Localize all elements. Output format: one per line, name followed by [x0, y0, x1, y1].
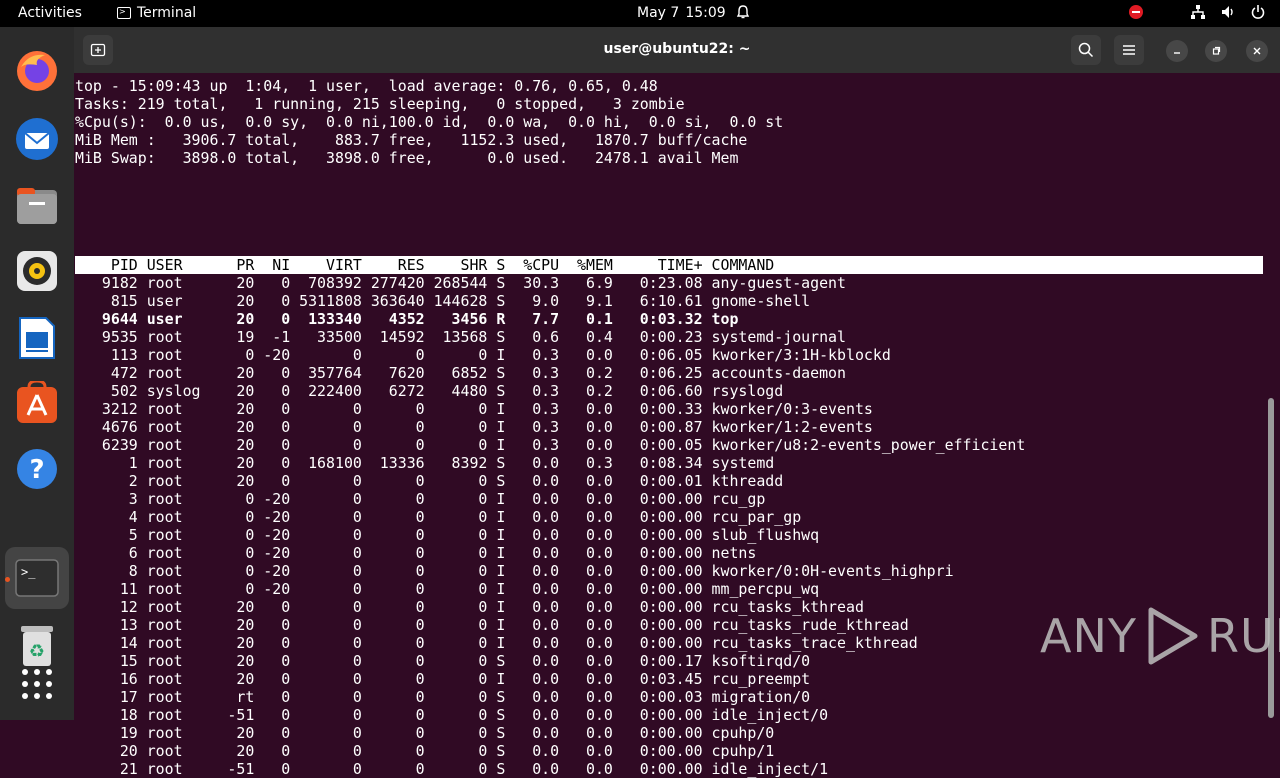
summary-line: top - 15:09:43 up 1:04, 1 user, load ave… — [75, 77, 658, 95]
terminal-titlebar[interactable]: user@ubuntu22: ~ — [74, 27, 1280, 73]
process-row: 4676 root 20 0 0 0 0 I 0.3 0.0 0:00.87 k… — [75, 418, 873, 436]
anyrun-watermark: ANY RUN — [1040, 606, 1280, 666]
system-tray[interactable] — [1128, 4, 1266, 20]
process-row: 21 root -51 0 0 0 0 S 0.0 0.0 0:00.00 id… — [75, 760, 829, 778]
thunderbird-icon[interactable] — [13, 115, 61, 163]
libreoffice-writer-icon[interactable] — [13, 314, 61, 362]
process-row: 2 root 20 0 0 0 0 S 0.0 0.0 0:00.01 kthr… — [75, 472, 784, 490]
activities-button[interactable]: Activities — [18, 5, 82, 21]
close-button[interactable] — [1246, 40, 1268, 62]
dock: ? >_ ♻ — [0, 27, 74, 720]
svg-text:>_: >_ — [21, 565, 36, 579]
watermark-left: ANY — [1040, 609, 1137, 663]
restore-icon — [1212, 46, 1221, 55]
process-row: 20 root 20 0 0 0 0 S 0.0 0.0 0:00.00 cpu… — [75, 742, 775, 760]
process-row: 13 root 20 0 0 0 0 I 0.0 0.0 0:00.00 rcu… — [75, 616, 909, 634]
process-table-header: PID USER PR NI VIRT RES SHR S %CPU %MEM … — [75, 256, 1263, 274]
firefox-icon[interactable] — [13, 47, 61, 95]
summary-line: MiB Mem : 3906.7 total, 883.7 free, 1152… — [75, 131, 748, 149]
process-row: 17 root rt 0 0 0 0 S 0.0 0.0 0:00.03 mig… — [75, 688, 811, 706]
minimize-button[interactable] — [1166, 40, 1188, 62]
running-indicator — [5, 577, 10, 582]
app-center-icon[interactable] — [13, 379, 61, 427]
app-menu[interactable]: > Terminal — [117, 5, 196, 21]
process-row: 3212 root 20 0 0 0 0 I 0.3 0.0 0:00.33 k… — [75, 400, 873, 418]
maximize-button[interactable] — [1205, 40, 1227, 62]
rhythmbox-icon[interactable] — [13, 247, 61, 295]
process-row: 16 root 20 0 0 0 0 I 0.0 0.0 0:03.45 rcu… — [75, 670, 811, 688]
process-row: 11 root 0 -20 0 0 0 I 0.0 0.0 0:00.00 mm… — [75, 580, 820, 598]
summary-line: %Cpu(s): 0.0 us, 0.0 sy, 0.0 ni,100.0 id… — [75, 113, 784, 131]
process-row: 6239 root 20 0 0 0 0 I 0.3 0.0 0:00.05 k… — [75, 436, 1026, 454]
clock-time: 15:09 — [685, 5, 726, 21]
process-row: 1 root 20 0 168100 13336 8392 S 0.0 0.3 … — [75, 454, 775, 472]
watermark-right: RUN — [1206, 609, 1280, 663]
process-row: 19 root 20 0 0 0 0 S 0.0 0.0 0:00.00 cpu… — [75, 724, 775, 742]
hamburger-icon — [1123, 45, 1135, 55]
process-row: 4 root 0 -20 0 0 0 I 0.0 0.0 0:00.00 rcu… — [75, 508, 802, 526]
process-row: 18 root -51 0 0 0 0 S 0.0 0.0 0:00.00 id… — [75, 706, 829, 724]
svg-text:?: ? — [29, 455, 44, 485]
top-summary: top - 15:09:43 up 1:04, 1 user, load ave… — [75, 77, 783, 167]
menu-button[interactable] — [1114, 35, 1144, 65]
summary-line: Tasks: 219 total, 1 running, 215 sleepin… — [75, 95, 685, 113]
process-row: 12 root 20 0 0 0 0 I 0.0 0.0 0:00.00 rcu… — [75, 598, 864, 616]
terminal-app-icon: > — [117, 7, 131, 19]
process-row: 113 root 0 -20 0 0 0 I 0.3 0.0 0:06.05 k… — [75, 346, 891, 364]
do-not-disturb-icon[interactable] — [1128, 4, 1144, 20]
play-logo-icon — [1148, 607, 1198, 665]
process-row: 14 root 20 0 0 0 0 I 0.0 0.0 0:00.00 rcu… — [75, 634, 918, 652]
summary-line: MiB Swap: 3898.0 total, 3898.0 free, 0.0… — [75, 149, 739, 167]
power-icon[interactable] — [1250, 4, 1266, 20]
app-menu-label: Terminal — [137, 5, 197, 21]
process-row: 815 user 20 0 5311808 363640 144628 S 9.… — [75, 292, 811, 310]
search-icon — [1078, 42, 1094, 58]
files-icon[interactable] — [13, 182, 61, 230]
help-icon[interactable]: ? — [13, 445, 61, 493]
process-row: 5 root 0 -20 0 0 0 I 0.0 0.0 0:00.00 slu… — [75, 526, 820, 544]
process-row: 9535 root 19 -1 33500 14592 13568 S 0.6 … — [75, 328, 846, 346]
show-apps-icon[interactable] — [13, 660, 61, 708]
process-row: 9182 root 20 0 708392 277420 268544 S 30… — [75, 274, 846, 292]
process-row: 472 root 20 0 357764 7620 6852 S 0.3 0.2… — [75, 364, 846, 382]
process-row: 8 root 0 -20 0 0 0 I 0.0 0.0 0:00.00 kwo… — [75, 562, 954, 580]
process-table: 9182 root 20 0 708392 277420 268544 S 30… — [75, 274, 1025, 778]
process-row: 502 syslog 20 0 222400 6272 4480 S 0.3 0… — [75, 382, 784, 400]
clock[interactable]: May 7 15:09 — [637, 5, 726, 21]
search-button[interactable] — [1071, 35, 1101, 65]
scrollbar[interactable] — [1268, 398, 1274, 718]
process-row: 3 root 0 -20 0 0 0 I 0.0 0.0 0:00.00 rcu… — [75, 490, 766, 508]
process-row: 9644 user 20 0 133340 4352 3456 R 7.7 0.… — [75, 310, 739, 328]
volume-icon[interactable] — [1220, 4, 1236, 20]
process-row: 6 root 0 -20 0 0 0 I 0.0 0.0 0:00.00 net… — [75, 544, 757, 562]
top-bar: Activities > Terminal May 7 15:09 — [0, 0, 1280, 27]
clock-date: May 7 — [637, 5, 680, 21]
minimize-icon — [1174, 52, 1180, 54]
svg-text:♻: ♻ — [29, 641, 45, 662]
notification-bell-icon[interactable] — [735, 4, 751, 20]
network-icon[interactable] — [1190, 4, 1206, 20]
terminal-dock-icon[interactable]: >_ — [13, 554, 61, 602]
process-row: 15 root 20 0 0 0 0 S 0.0 0.0 0:00.17 kso… — [75, 652, 811, 670]
close-icon — [1253, 47, 1261, 55]
